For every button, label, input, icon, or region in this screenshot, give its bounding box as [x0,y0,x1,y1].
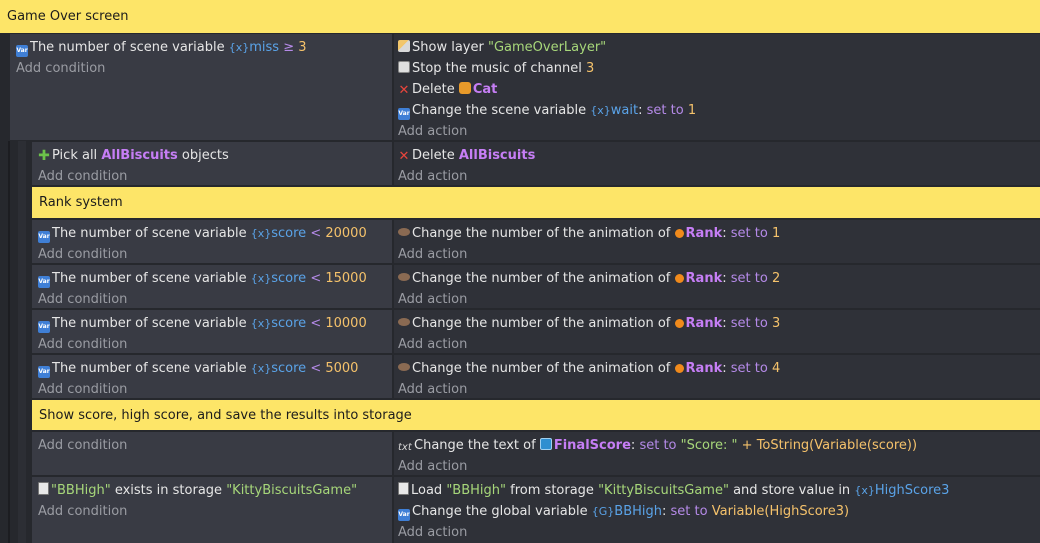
add-action-button[interactable]: Add action [398,289,1036,310]
variable-icon: Var [398,509,410,521]
add-condition-button[interactable]: Add condition [38,379,386,400]
condition-cell[interactable]: Var The number of scene variable {x}score… [32,310,392,353]
scene-variable-icon: {x} [590,104,611,117]
event-row[interactable]: Add condition txt Change the text of Fina… [0,432,1040,475]
rank-object-icon [674,319,684,328]
animation-icon [398,363,410,371]
animation-icon [398,273,410,281]
comment-text: Game Over screen [7,9,129,24]
action[interactable]: Change the number of the animation of Ra… [398,223,1036,244]
action[interactable]: Load "BBHigh" from storage "KittyBiscuit… [398,480,1036,501]
comment-rank-system[interactable]: Rank system [32,187,1040,218]
pick-all-icon: ✚ [38,148,50,164]
delete-x-icon: ✕ [398,83,410,98]
condition[interactable]: Var The number of scene variable {x}score… [38,223,386,244]
add-action-button[interactable]: Add action [398,244,1036,265]
event-row[interactable]: Var The number of scene variable {x}score… [0,355,1040,398]
variable-icon: Var [38,276,50,288]
animation-icon [398,318,410,326]
cat-object-icon [458,82,471,94]
scene-variable-icon: {x} [250,227,272,240]
variable-icon: Var [38,321,50,333]
add-condition-button[interactable]: Add condition [38,435,386,456]
finalscore-object-icon [539,438,552,450]
add-action-button[interactable]: Add action [398,456,1036,477]
action[interactable]: txt Change the text of FinalScore: set to… [398,435,1036,456]
add-condition-button[interactable]: Add condition [38,166,386,187]
variable-icon: Var [16,45,28,57]
condition[interactable]: Var The number of scene variable {x}score… [38,358,386,379]
action-cell[interactable]: Change the number of the animation of Ra… [394,265,1040,308]
action[interactable]: ✕ Delete Cat [398,79,1036,100]
comment-game-over[interactable]: Game Over screen [0,0,1040,33]
global-variable-icon: {G} [591,505,615,518]
scene-variable-icon: {x} [250,272,272,285]
condition-cell[interactable]: Var The number of scene variable {x}score… [32,265,392,308]
storage-icon [398,482,409,495]
rank-object-icon [674,229,684,238]
condition-cell[interactable]: Var The number of scene variable {x}score… [32,220,392,263]
add-action-button[interactable]: Add action [398,522,1036,543]
rank-object-icon [674,274,684,283]
action[interactable]: Change the number of the animation of Ra… [398,313,1036,334]
add-action-button[interactable]: Add action [398,121,1036,142]
add-action-button[interactable]: Add action [398,166,1036,187]
variable-icon: Var [38,366,50,378]
action[interactable]: Show layer "GameOverLayer" [398,37,1036,58]
comment-show-score[interactable]: Show score, high score, and save the res… [32,400,1040,430]
condition-cell[interactable]: Var The number of scene variable {x}miss … [10,34,392,140]
action[interactable]: Stop the music of channel 3 [398,58,1036,79]
event-row[interactable]: Var The number of scene variable {x}score… [0,265,1040,308]
action[interactable]: Var Change the global variable {G}BBHigh:… [398,501,1036,522]
event-row[interactable]: ✚ Pick all AllBiscuits objects Add condit… [0,142,1040,185]
animation-icon [398,228,410,236]
variable-icon: Var [38,231,50,243]
add-condition-button[interactable]: Add condition [38,334,386,355]
condition[interactable]: "BBHigh" exists in storage "KittyBiscuit… [38,480,386,501]
music-icon [398,61,410,73]
condition[interactable]: Var The number of scene variable {x}miss … [16,37,386,58]
action-cell[interactable]: Load "BBHigh" from storage "KittyBiscuit… [394,477,1040,543]
add-condition-button[interactable]: Add condition [16,58,386,79]
action[interactable]: ✕ Delete AllBiscuits [398,145,1036,166]
event-row[interactable]: Var The number of scene variable {x}score… [0,310,1040,353]
scene-variable-icon: {x} [228,41,250,54]
condition-cell[interactable]: Add condition [32,432,392,475]
action[interactable]: Change the number of the animation of Ra… [398,268,1036,289]
action-cell[interactable]: Show layer "GameOverLayer" Stop the musi… [394,34,1040,140]
event-row[interactable]: "BBHigh" exists in storage "KittyBiscuit… [0,477,1040,543]
condition[interactable]: Var The number of scene variable {x}score… [38,313,386,334]
scene-variable-icon: {x} [250,317,272,330]
add-condition-button[interactable]: Add condition [38,289,386,310]
action-cell[interactable]: Change the number of the animation of Ra… [394,220,1040,263]
add-condition-button[interactable]: Add condition [38,501,386,522]
condition-cell[interactable]: "BBHigh" exists in storage "KittyBiscuit… [32,477,392,543]
rank-object-icon [674,364,684,373]
variable-icon: Var [398,108,410,120]
condition[interactable]: ✚ Pick all AllBiscuits objects [38,145,386,166]
storage-icon [38,482,49,495]
action-cell[interactable]: Change the number of the animation of Ra… [394,310,1040,353]
action-cell[interactable]: txt Change the text of FinalScore: set to… [394,432,1040,475]
condition-cell[interactable]: ✚ Pick all AllBiscuits objects Add condit… [32,142,392,185]
action[interactable]: Change the number of the animation of Ra… [398,358,1036,379]
condition[interactable]: Var The number of scene variable {x}score… [38,268,386,289]
add-action-button[interactable]: Add action [398,379,1036,400]
condition-cell[interactable]: Var The number of scene variable {x}score… [32,355,392,398]
event-row[interactable]: Var The number of scene variable {x}score… [0,220,1040,263]
scene-variable-icon: {x} [854,484,875,497]
action-cell[interactable]: Change the number of the animation of Ra… [394,355,1040,398]
action-cell[interactable]: ✕ Delete AllBiscuits Add action [394,142,1040,185]
scene-variable-icon: {x} [250,362,272,375]
text-icon: txt [398,442,412,453]
delete-x-icon: ✕ [398,149,410,164]
comment-text: Rank system [39,195,123,210]
pencil-icon [398,40,410,52]
add-condition-button[interactable]: Add condition [38,244,386,265]
comment-text: Show score, high score, and save the res… [39,407,412,423]
add-action-button[interactable]: Add action [398,334,1036,355]
action[interactable]: Var Change the scene variable {x}wait: se… [398,100,1036,121]
event-row[interactable]: Var The number of scene variable {x}miss … [0,34,1040,140]
